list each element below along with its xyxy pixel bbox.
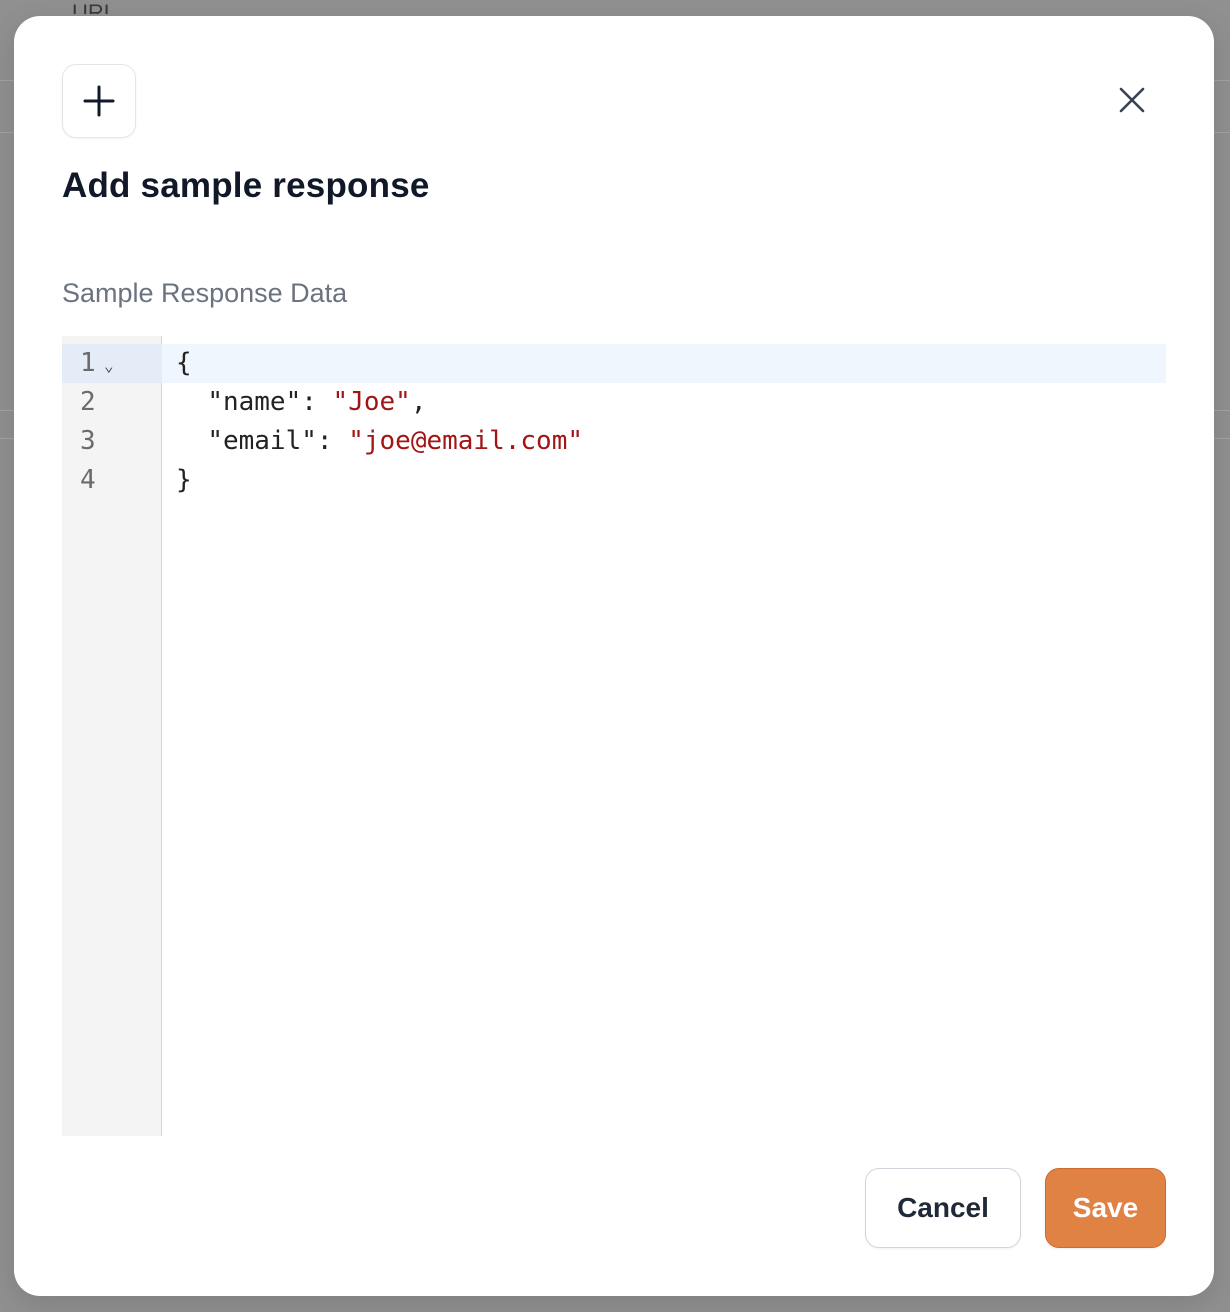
line-number: 3 bbox=[80, 426, 96, 456]
line-number: 1 bbox=[80, 348, 96, 378]
json-value-name: "Joe" bbox=[332, 387, 411, 417]
close-brace: } bbox=[176, 465, 192, 495]
line-number: 2 bbox=[80, 387, 96, 417]
json-key-name: "name" bbox=[207, 387, 302, 417]
key-separator: : bbox=[316, 426, 349, 456]
code-editor[interactable]: 1 ⌄ 2 3 4 { "name": "Joe", "email": "joe… bbox=[62, 336, 1166, 1136]
close-icon bbox=[1119, 87, 1145, 113]
fold-chevron-icon[interactable]: ⌄ bbox=[104, 358, 114, 374]
code-line-3: "email": "joe@email.com" bbox=[176, 422, 583, 461]
code-line-4: } bbox=[176, 461, 192, 500]
add-sample-response-dialog: Add sample response Sample Response Data… bbox=[14, 16, 1214, 1296]
comma: , bbox=[410, 387, 427, 417]
active-line-highlight bbox=[162, 344, 1166, 383]
plus-icon bbox=[83, 85, 115, 117]
close-button[interactable] bbox=[1112, 80, 1152, 120]
background-partial-text: URL bbox=[72, 2, 116, 14]
cancel-button[interactable]: Cancel bbox=[865, 1168, 1021, 1248]
header-icon-box bbox=[62, 64, 136, 138]
dialog-title: Add sample response bbox=[62, 166, 430, 205]
json-key-email: "email" bbox=[207, 426, 317, 456]
save-button[interactable]: Save bbox=[1045, 1168, 1166, 1248]
open-brace: { bbox=[176, 348, 192, 378]
key-separator: : bbox=[301, 387, 333, 417]
code-line-1: { bbox=[176, 344, 192, 383]
json-value-email: "joe@email.com" bbox=[348, 426, 584, 456]
line-number: 4 bbox=[80, 465, 96, 495]
sample-response-data-label: Sample Response Data bbox=[62, 278, 348, 308]
code-line-2: "name": "Joe", bbox=[176, 383, 426, 422]
